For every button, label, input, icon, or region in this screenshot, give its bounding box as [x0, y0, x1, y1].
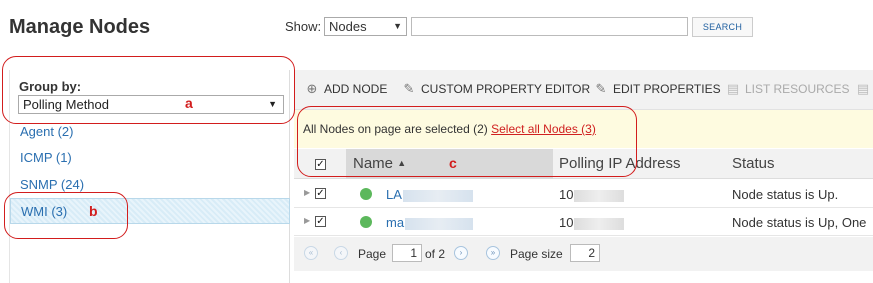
row-checkbox[interactable]: ✓ [315, 216, 326, 227]
status-up-icon [360, 216, 372, 228]
show-select-value: Nodes [329, 19, 367, 34]
redacted-block [405, 217, 474, 230]
selection-banner-text: All Nodes on page are selected (2) [303, 122, 488, 136]
annotation-label-b: b [89, 203, 98, 219]
node-name: LA [386, 187, 402, 202]
group-item-icmp[interactable]: ICMP (1) [10, 145, 290, 171]
status-cell: Node status is Up, One [732, 215, 867, 230]
custom-property-editor-label: CUSTOM PROPERTY EDITOR [421, 82, 591, 96]
table-row[interactable]: ▶ ✓ LA 10 Node status is Up. [294, 180, 873, 208]
polling-ip-cell: 10 [559, 215, 625, 230]
redacted-block [574, 189, 625, 202]
page-of-label: of 2 [425, 247, 446, 261]
show-label: Show: [285, 19, 322, 34]
table-row[interactable]: ▶ ✓ ma 10 Node status is Up, One [294, 208, 873, 236]
page-size-label: Page size [510, 247, 563, 261]
node-name-link[interactable]: LA [386, 187, 473, 202]
page-number-input[interactable]: 1 [392, 244, 422, 262]
document-icon: ▤ [726, 81, 740, 96]
edit-properties-button[interactable]: ✎ EDIT PROPERTIES [594, 81, 721, 97]
annotation-label-c: c [449, 155, 457, 171]
custom-property-editor-button[interactable]: ✎ CUSTOM PROPERTY EDITOR [402, 81, 591, 97]
expand-arrow-icon[interactable]: ▶ [304, 216, 310, 225]
annotation-label-a: a [185, 95, 193, 111]
grid-header: ✓ Name ▲ Polling IP Address Status [294, 149, 873, 179]
chevron-down-icon: ▼ [393, 21, 402, 31]
search-button[interactable]: SEARCH [692, 17, 753, 37]
add-node-button[interactable]: ⊕ ADD NODE [305, 81, 388, 97]
overflow-icon: ▤ [856, 81, 870, 96]
group-by-panel: Group by: Polling Method ▼ Agent (2) ICM… [9, 70, 290, 283]
plus-circle-icon: ⊕ [306, 81, 318, 96]
status-cell: Node status is Up. [732, 187, 839, 202]
more-actions-icon[interactable]: ▤ [856, 82, 870, 96]
select-all-checkbox[interactable]: ✓ [315, 159, 326, 170]
group-item-agent[interactable]: Agent (2) [10, 119, 290, 145]
page-label: Page [358, 247, 387, 261]
expand-arrow-icon[interactable]: ▶ [304, 188, 310, 197]
group-item-snmp[interactable]: SNMP (24) [10, 172, 290, 198]
chevron-down-icon: ▼ [268, 99, 277, 109]
column-header-name-label: Name [353, 155, 394, 172]
list-resources-label: LIST RESOURCES [745, 82, 850, 96]
column-header-status[interactable]: Status [732, 155, 775, 172]
row-checkbox[interactable]: ✓ [315, 188, 326, 199]
last-page-icon[interactable]: » [486, 246, 500, 260]
sort-ascending-icon: ▲ [397, 158, 407, 168]
group-item-wmi[interactable]: WMI (3) [10, 198, 290, 224]
node-name-link[interactable]: ma [386, 215, 474, 230]
group-by-label: Group by: [19, 79, 82, 94]
node-name: ma [386, 215, 405, 230]
add-node-label: ADD NODE [324, 82, 388, 96]
polling-ip: 10 [559, 215, 574, 230]
toolbar: ⊕ ADD NODE ✎ CUSTOM PROPERTY EDITOR ✎ ED… [294, 70, 873, 110]
search-input[interactable] [411, 17, 688, 36]
redacted-block [402, 189, 473, 202]
show-select[interactable]: Nodes ▼ [324, 17, 407, 36]
pencil-icon: ✎ [595, 81, 607, 96]
page-title: Manage Nodes [9, 16, 151, 38]
list-resources-button[interactable]: ▤ LIST RESOURCES [726, 81, 850, 97]
polling-ip: 10 [559, 187, 574, 202]
status-up-icon [360, 188, 372, 200]
select-all-nodes-link[interactable]: Select all Nodes (3) [491, 122, 596, 136]
redacted-block [574, 217, 625, 230]
first-page-icon[interactable]: « [304, 246, 318, 260]
previous-page-icon[interactable]: ‹ [334, 246, 348, 260]
column-header-polling-ip[interactable]: Polling IP Address [559, 155, 680, 172]
column-header-name[interactable]: Name ▲ [353, 155, 406, 172]
group-by-select[interactable]: Polling Method ▼ [18, 95, 284, 114]
edit-properties-label: EDIT PROPERTIES [613, 82, 721, 96]
pager: « ‹ Page 1 of 2 › » Page size 2 [294, 237, 873, 271]
pencil-icon: ✎ [403, 81, 415, 96]
group-by-value: Polling Method [23, 97, 109, 112]
next-page-icon[interactable]: › [454, 246, 468, 260]
selection-banner: All Nodes on page are selected (2) Selec… [294, 110, 873, 148]
polling-ip-cell: 10 [559, 187, 625, 202]
page-size-input[interactable]: 2 [570, 244, 600, 262]
